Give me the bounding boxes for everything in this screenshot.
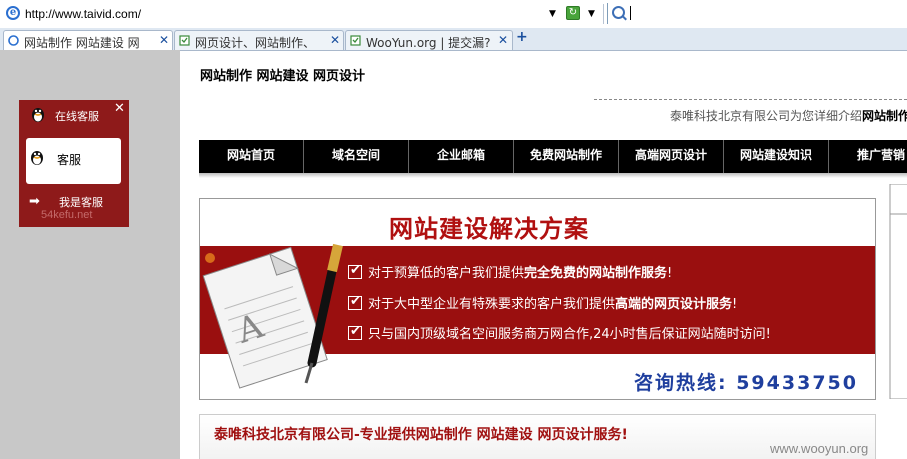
i-am-agent-link[interactable]: 我是客服	[59, 194, 103, 210]
dashed-divider	[594, 99, 907, 100]
screenshot-watermark: www.wooyun.org	[770, 441, 869, 456]
nav-item-free-site[interactable]: 免费网站制作	[514, 140, 618, 173]
arrow-right-icon: ➡	[29, 194, 40, 209]
nav-item-home[interactable]: 网站首页	[199, 140, 303, 173]
agent-label: 客服	[57, 153, 82, 167]
qq-penguin-icon	[31, 151, 43, 165]
text-caret	[630, 6, 631, 20]
banner-line: 对于预算低的客户我们提供完全免费的网站制作服务!	[348, 262, 672, 281]
right-side-box	[889, 184, 907, 399]
intro-prefix: 泰唯科技北京有限公司为您详细介绍	[670, 109, 863, 123]
widget-watermark: 54kefu.net	[41, 209, 93, 221]
section-title: 泰唯科技北京有限公司-专业提供网站制作 网站建设 网页设计服务!	[214, 427, 628, 443]
address-bar: e http://www.taivid.com/ ▼ ↻ ▼	[0, 0, 907, 29]
nav-item-marketing[interactable]: 推广营销	[829, 140, 907, 173]
refresh-icon[interactable]: ↻	[566, 6, 580, 20]
tab-label: 网页设计、网站制作、	[195, 36, 316, 50]
tab-label: WooYun.org | 提交漏?	[366, 36, 491, 50]
line-end: !	[732, 297, 738, 312]
tab-label: 网站制作 网站建设 网	[24, 36, 140, 50]
ie-page-icon	[8, 35, 19, 46]
search-input[interactable]	[607, 3, 907, 24]
line-bold: 完全免费的网站制作服务	[524, 266, 668, 281]
solution-banner: A 网站建设解决方案 对于预算低的客户我们提供完全免费的网站制作服务! 对于大中…	[199, 198, 876, 400]
ie-logo-icon: e	[6, 6, 20, 20]
document-pen-illustration: A	[202, 243, 343, 389]
tab-close-icon[interactable]: ✕	[498, 33, 508, 47]
intro-bold: 网站制作	[862, 109, 907, 123]
url-dropdown-icon[interactable]: ▼	[549, 9, 556, 19]
line-end: !	[667, 266, 673, 281]
line-text: 对于预算低的客户我们提供	[368, 266, 525, 281]
online-service-widget: 在线客服 ✕ 客服 ➡ 我是客服 54kefu.net	[19, 100, 129, 227]
checkbox-icon	[348, 324, 362, 340]
banner-line: 只与国内顶级域名空间服务商万网合作,24小时售后保证网站随时访问!	[348, 323, 771, 342]
close-icon[interactable]: ✕	[114, 101, 125, 116]
tab-webdesign[interactable]: 网页设计、网站制作、 ✕	[174, 30, 344, 50]
tab-close-icon[interactable]: ✕	[330, 33, 340, 47]
nav-shadow	[199, 173, 907, 178]
checkbox-icon	[348, 263, 362, 279]
nav-item-premium-design[interactable]: 高端网页设计	[619, 140, 723, 173]
tab-close-icon[interactable]: ✕	[159, 33, 169, 47]
main-nav: 网站首页 域名空间 企业邮箱 免费网站制作 高端网页设计 网站建设知识 推广营销	[199, 140, 907, 173]
tab-bar: 网站制作 网站建设 网 ✕ 网页设计、网站制作、 ✕ WooYun.org | …	[0, 28, 907, 51]
line-text: 对于大中型企业有特殊要求的客户我们提供	[368, 297, 616, 312]
service-agent-button[interactable]: 客服	[26, 138, 121, 184]
tab-wooyun[interactable]: WooYun.org | 提交漏? ✕	[345, 30, 513, 50]
intro-text: 泰唯科技北京有限公司为您详细介绍网站制作	[670, 107, 907, 124]
nav-item-knowledge[interactable]: 网站建设知识	[724, 140, 828, 173]
nav-item-domain[interactable]: 域名空间	[304, 140, 408, 173]
banner-headline: 网站建设解决方案	[389, 215, 589, 243]
checkbox-icon	[348, 294, 362, 310]
search-icon[interactable]	[612, 6, 625, 19]
nav-item-email[interactable]: 企业邮箱	[409, 140, 513, 173]
refresh-dropdown-icon[interactable]: ▼	[588, 9, 595, 19]
hotline: 咨询热线: 59433750	[634, 372, 858, 394]
page-title: 网站制作 网站建设 网页设计	[200, 69, 366, 84]
service-header: 在线客服	[55, 110, 99, 123]
tab-taivid[interactable]: 网站制作 网站建设 网 ✕	[3, 30, 173, 51]
line-bold: 高端的网页设计服务	[615, 297, 733, 312]
toolbar-separator	[603, 4, 604, 24]
qq-penguin-icon	[32, 108, 44, 122]
new-tab-button[interactable]: +	[516, 29, 528, 45]
line-text: 只与国内顶级域名空间服务商万网合作,24小时售后保证网站随时访问!	[368, 327, 771, 342]
page-icon	[350, 35, 361, 46]
url-field[interactable]: http://www.taivid.com/	[25, 7, 141, 21]
page-icon	[179, 35, 190, 46]
banner-line: 对于大中型企业有特殊要求的客户我们提供高端的网页设计服务!	[348, 293, 737, 312]
